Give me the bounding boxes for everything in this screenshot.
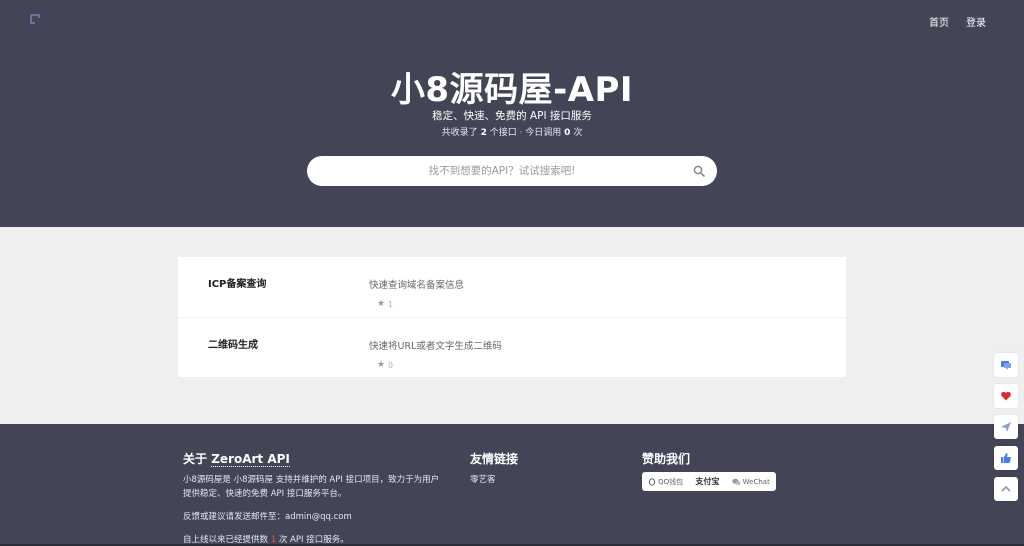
top-nav: 首页 登录 (929, 14, 986, 29)
wechat-label: WeChat (742, 477, 770, 486)
send-icon (1001, 422, 1011, 432)
stats-call-count: 0 (564, 128, 571, 138)
wechat-option[interactable]: WeChat (732, 478, 770, 486)
about-heading-name: ZeroArt API (211, 452, 290, 467)
star-icon: ★ (377, 360, 386, 370)
qq-icon (649, 477, 656, 486)
footer-donate-heading: 赞助我们 (642, 452, 691, 466)
like-button[interactable] (994, 446, 1018, 470)
chevron-up-icon (1001, 485, 1011, 492)
stats-api-count: 2 (480, 128, 487, 138)
nav-login-link[interactable]: 登录 (966, 14, 986, 29)
api-description: 快速将URL或者文字生成二维码 (369, 341, 502, 352)
chat-icon (1001, 361, 1011, 370)
star-icon: ★ (377, 299, 386, 309)
qq-wallet-label: QQ钱包 (658, 477, 684, 486)
back-to-top-button[interactable] (994, 477, 1018, 501)
side-toolbar (994, 353, 1018, 501)
heart-icon (1001, 391, 1011, 401)
stats-mid: 个接口 · 今日调用 (489, 128, 562, 138)
logo-icon[interactable] (30, 14, 42, 24)
wechat-icon (732, 478, 741, 485)
search-box (307, 156, 717, 186)
site-title: 小8源码屋-API (390, 70, 634, 110)
chat-button[interactable] (994, 353, 1018, 377)
stats-prefix: 共收录了 (441, 128, 478, 138)
favorite-button[interactable] (994, 384, 1018, 408)
api-list: ICP备案查询 快速查询域名备案信息 ★ 1 二维码生成 快速将URL或者文字生… (178, 257, 846, 377)
api-name[interactable]: 二维码生成 (208, 336, 258, 351)
footer-links-heading: 友情链接 (470, 452, 519, 466)
footer-about-heading: 关于 ZeroArt API (183, 450, 290, 467)
alipay-option[interactable]: 支付宝 (695, 476, 719, 487)
footer-contact-text: 反馈或建议请发送邮件至：admin@qq.com (183, 512, 352, 522)
share-button[interactable] (994, 415, 1018, 439)
qq-wallet-option[interactable]: QQ钱包 (648, 477, 683, 487)
api-star-count: 1 (388, 299, 393, 309)
api-item[interactable]: ICP备案查询 快速查询域名备案信息 ★ 1 (178, 257, 846, 317)
api-star-count: 0 (388, 360, 393, 370)
friend-link[interactable]: 零艺客 (470, 473, 496, 487)
thumbs-up-icon (1001, 453, 1011, 463)
api-name[interactable]: ICP备案查询 (208, 275, 266, 290)
footer: 关于 ZeroArt API 小8源码屋是 小8源码屋 支持并维护的 API 接… (0, 424, 1024, 546)
search-icon[interactable] (693, 165, 705, 177)
site-stats: 共收录了 2 个接口 · 今日调用 0 次 (0, 125, 1024, 138)
payment-methods: QQ钱包 支付宝 WeChat (642, 472, 776, 491)
header-hero: 首页 登录 小8源码屋-API 稳定、快速、免费的 API 接口服务 共收录了 … (0, 0, 1024, 227)
api-stars: ★ 0 (377, 360, 393, 370)
site-tagline: 稳定、快速、免费的 API 接口服务 (432, 110, 592, 122)
api-stars: ★ 1 (377, 299, 393, 309)
api-description: 快速查询域名备案信息 (369, 280, 465, 291)
footer-about-text: 小8源码屋是 小8源码屋 支持并维护的 API 接口项目，致力于为用户提供稳定、… (183, 475, 440, 499)
stats-suffix: 次 (573, 128, 583, 138)
nav-home-link[interactable]: 首页 (929, 14, 949, 29)
search-input[interactable] (327, 156, 677, 186)
about-heading-prefix: 关于 (183, 452, 208, 466)
api-item[interactable]: 二维码生成 快速将URL或者文字生成二维码 ★ 0 (178, 317, 846, 377)
